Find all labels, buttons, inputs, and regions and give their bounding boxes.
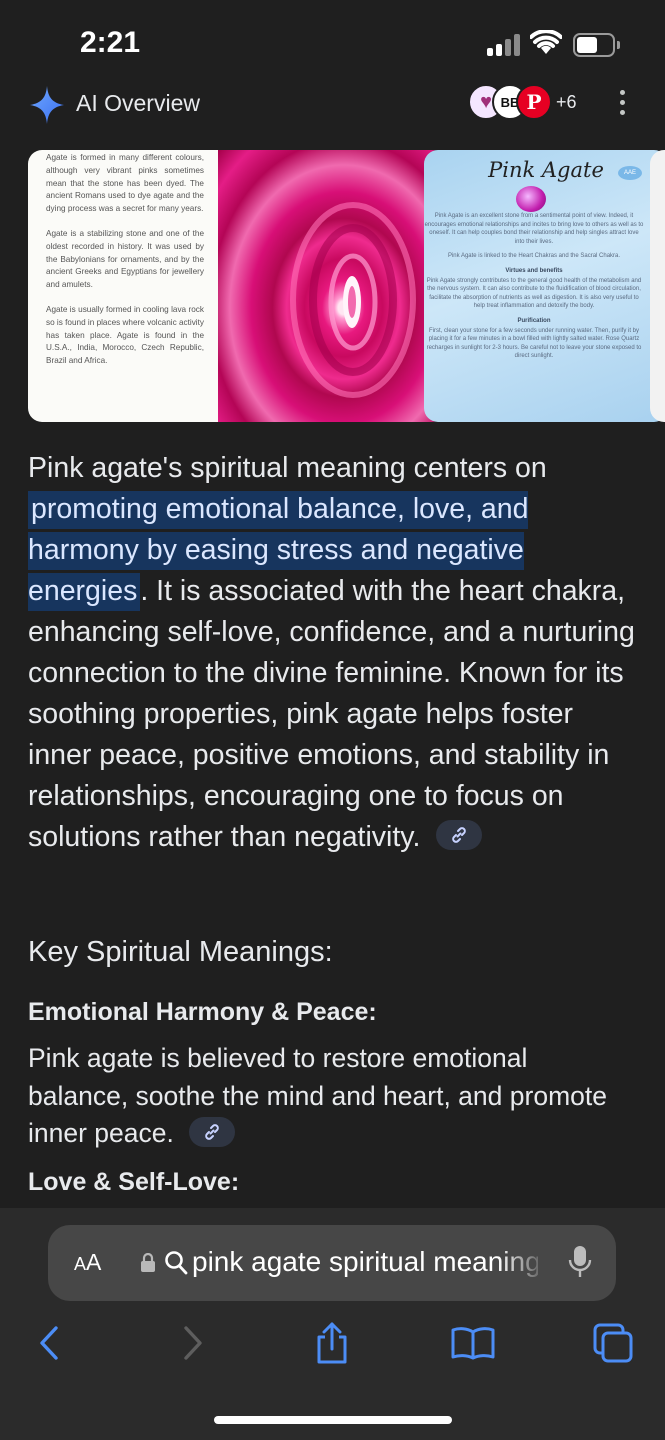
emotional-harmony-body: Pink agate is believed to restore emotio…: [28, 1040, 628, 1153]
reader-aa-button[interactable]: AA: [74, 1249, 101, 1276]
answer-rest: . It is associated with the heart chakra…: [28, 575, 635, 853]
book-icon: [451, 1327, 495, 1360]
answer-lead: Pink agate's spiritual meaning centers o…: [28, 452, 547, 484]
agate-slice-graphic: [290, 202, 416, 398]
back-button[interactable]: [24, 1318, 74, 1368]
cellular-signal-icon: [487, 34, 521, 56]
status-time: 2:21: [80, 26, 141, 59]
link-icon: [452, 827, 467, 844]
info-card-purification-title: Purification: [517, 317, 551, 324]
overview-answer: Pink agate's spiritual meaning centers o…: [28, 448, 640, 858]
link-icon: [205, 1124, 220, 1140]
source-link-chip[interactable]: [189, 1117, 236, 1147]
pink-stone-image: [516, 186, 546, 212]
search-icon: [165, 1251, 188, 1275]
ai-overview-title: AI Overview: [76, 90, 200, 116]
text-card-paragraph: Agate is usually formed in cooling lava …: [46, 304, 204, 366]
browser-toolbar: AA pink agate spiritual meaning: [0, 1208, 665, 1440]
info-card-virtues: Pink Agate strongly contributes to the g…: [426, 277, 642, 310]
info-card-virtues-title: Virtues and benefits: [505, 267, 563, 274]
info-card-intro: Pink Agate is an excellent stone from a …: [424, 213, 644, 245]
chevron-left-icon: [40, 1326, 58, 1360]
pink-agate-slice-image[interactable]: [218, 150, 446, 422]
pink-agate-info-image[interactable]: Pink Agate AAE Pink Agate is an excellen…: [424, 150, 665, 422]
info-card-body: Pink Agate is an excellent stone from a …: [424, 212, 644, 367]
text-card-paragraph: Agate is a stabilizing stone and one of …: [46, 228, 204, 290]
lock-icon: [141, 1253, 155, 1272]
info-card-chakras: Pink Agate is linked to the Heart Chakra…: [447, 253, 621, 260]
pinterest-logo-icon[interactable]: P: [516, 84, 552, 120]
address-bar[interactable]: AA pink agate spiritual meaning: [48, 1225, 616, 1301]
battery-icon: [573, 33, 620, 57]
microphone-icon[interactable]: [568, 1245, 592, 1281]
more-options-icon[interactable]: [614, 90, 630, 116]
tabs-icon: [593, 1323, 633, 1363]
agate-text-image[interactable]: Agate is formed in many different colour…: [28, 150, 218, 422]
chevron-right-icon: [184, 1326, 202, 1360]
bookmarks-button[interactable]: [448, 1318, 498, 1368]
share-button[interactable]: [307, 1318, 357, 1368]
forward-button[interactable]: [168, 1318, 218, 1368]
status-bar: 2:21: [0, 0, 665, 84]
info-card-badge: AAE: [618, 166, 642, 180]
info-card-purification: First, clean your stone for a few second…: [426, 327, 642, 360]
text-card-paragraph: Agate is formed in many different colour…: [46, 153, 204, 214]
url-fade: [498, 1225, 548, 1301]
ai-overview-header: AI Overview ♥ BB P +6: [0, 84, 665, 124]
gemini-sparkle-icon: [30, 86, 64, 124]
home-indicator[interactable]: [214, 1416, 452, 1424]
next-image-peek[interactable]: [650, 150, 665, 422]
image-carousel[interactable]: Agate is formed in many different colour…: [28, 150, 665, 422]
sources-count[interactable]: +6: [556, 92, 577, 113]
share-icon: [317, 1322, 347, 1364]
wifi-icon: [530, 30, 562, 54]
emotional-harmony-heading: Emotional Harmony & Peace:: [28, 998, 377, 1026]
source-link-chip[interactable]: [436, 820, 483, 851]
emotional-harmony-text: Pink agate is believed to restore emotio…: [28, 1043, 607, 1148]
source-icons[interactable]: ♥ BB P: [468, 84, 558, 120]
url-field[interactable]: pink agate spiritual meaning: [192, 1246, 538, 1278]
tabs-button[interactable]: [588, 1318, 638, 1368]
key-meanings-heading: Key Spiritual Meanings:: [28, 936, 333, 968]
love-self-love-heading: Love & Self-Love:: [28, 1168, 240, 1196]
